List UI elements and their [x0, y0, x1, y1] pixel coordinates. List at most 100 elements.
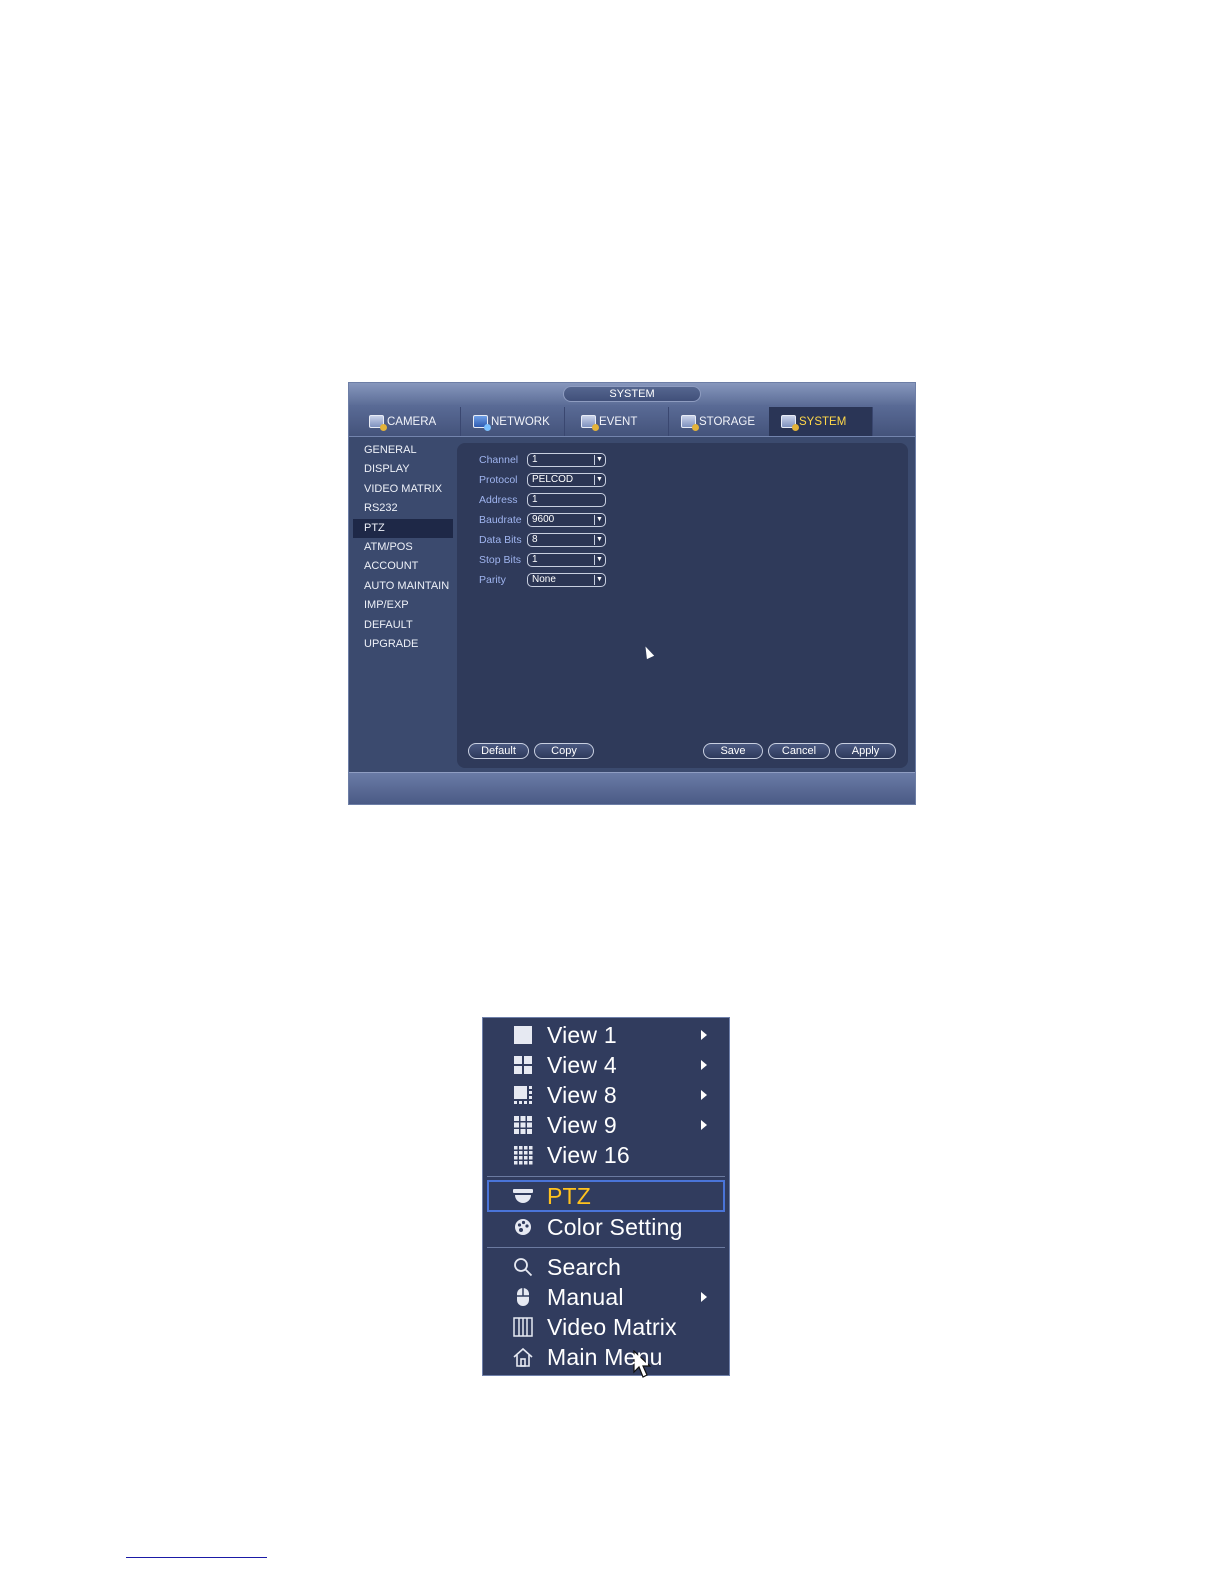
address-input[interactable]: 1	[527, 493, 606, 507]
channel-value: 1	[532, 454, 538, 465]
baudrate-select[interactable]: 9600 ▼	[527, 513, 606, 527]
default-button[interactable]: Default	[468, 743, 529, 759]
sidebar-item-general[interactable]: GENERAL	[353, 441, 453, 460]
tab-system[interactable]: SYSTEM	[769, 407, 873, 436]
address-field: Address 1	[479, 492, 606, 508]
view-16-icon	[513, 1145, 533, 1165]
settings-sidebar: GENERAL DISPLAY VIDEO MATRIX RS232 PTZ A…	[353, 441, 453, 771]
menu-item-view-9[interactable]: View 9	[487, 1110, 725, 1140]
chevron-down-icon: ▼	[594, 515, 604, 525]
sidebar-item-auto-maintain[interactable]: AUTO MAINTAIN	[353, 577, 453, 596]
address-value: 1	[532, 494, 538, 505]
parity-select[interactable]: None ▼	[527, 573, 606, 587]
sidebar-item-video-matrix[interactable]: VIDEO MATRIX	[353, 480, 453, 499]
menu-item-manual[interactable]: Manual	[487, 1282, 725, 1312]
menu-item-label: View 1	[547, 1021, 617, 1048]
sidebar-item-ptz[interactable]: PTZ	[353, 518, 453, 538]
sidebar-item-display[interactable]: DISPLAY	[353, 460, 453, 479]
sidebar-item-rs232[interactable]: RS232	[353, 499, 453, 518]
protocol-value: PELCOD	[532, 474, 574, 485]
parity-value: None	[532, 574, 556, 585]
copy-button[interactable]: Copy	[534, 743, 594, 759]
menu-item-view-1[interactable]: View 1	[487, 1020, 725, 1050]
menu-item-label: Manual	[547, 1283, 624, 1310]
menu-item-ptz[interactable]: PTZ	[487, 1180, 725, 1378]
menu-item-label: Video Matrix	[547, 1313, 677, 1340]
tab-network-label: NETWORK	[491, 415, 550, 428]
view-4-icon	[513, 1055, 533, 1075]
submenu-arrow-icon	[701, 1120, 707, 1130]
tab-storage[interactable]: STORAGE	[669, 407, 773, 436]
data-bits-field: Data Bits 8 ▼	[479, 532, 606, 548]
view-8-icon	[513, 1085, 533, 1105]
window-titlebar: SYSTEM	[349, 383, 915, 405]
protocol-label: Protocol	[479, 474, 518, 486]
save-button[interactable]: Save	[703, 743, 763, 759]
data-bits-label: Data Bits	[479, 534, 522, 546]
menu-item-label: View 8	[547, 1081, 617, 1108]
stop-bits-select[interactable]: 1 ▼	[527, 553, 606, 567]
data-bits-value: 8	[532, 534, 538, 545]
sidebar-item-imp-exp[interactable]: IMP/EXP	[353, 596, 453, 615]
menu-divider	[487, 1176, 725, 1177]
channel-label: Channel	[479, 454, 519, 466]
mouse-pointer-icon	[641, 644, 655, 660]
baudrate-label: Baudrate	[479, 514, 522, 526]
menu-item-search[interactable]: Search	[487, 1252, 725, 1282]
main-tab-bar: CAMERA NETWORK EVENT STORAGE SYSTEM	[349, 405, 915, 437]
window-footer-bar	[349, 772, 915, 804]
menu-item-video-matrix[interactable]: Video Matrix	[487, 1312, 725, 1342]
submenu-arrow-icon	[701, 1030, 707, 1040]
sidebar-item-account[interactable]: ACCOUNT	[353, 557, 453, 576]
ptz-settings-panel: Channel 1 ▼ Protocol PELCOD ▼ Address 1 Ba…	[457, 443, 908, 768]
chevron-down-icon: ▼	[594, 455, 604, 465]
menu-item-view-8[interactable]: View 8	[487, 1080, 725, 1110]
menu-item-label: View 9	[547, 1111, 617, 1138]
data-bits-select[interactable]: 8 ▼	[527, 533, 606, 547]
tab-event-label: EVENT	[599, 415, 638, 428]
protocol-field: Protocol PELCOD ▼	[479, 472, 606, 488]
menu-item-color-setting[interactable]: Color Setting	[487, 1212, 725, 1242]
submenu-arrow-icon	[701, 1090, 707, 1100]
stop-bits-value: 1	[532, 554, 538, 565]
menu-item-label: View 4	[547, 1051, 617, 1078]
menu-item-view-16[interactable]: View 16	[487, 1140, 725, 1170]
mouse-icon	[513, 1287, 533, 1307]
baudrate-value: 9600	[532, 514, 555, 525]
sidebar-item-atm-pos[interactable]: ATM/POS	[353, 538, 453, 557]
ptz-dome-icon	[513, 1186, 533, 1206]
home-icon	[513, 1347, 533, 1367]
parity-field: Parity None ▼	[479, 572, 606, 588]
chevron-down-icon: ▼	[594, 575, 604, 585]
cancel-button[interactable]: Cancel	[768, 743, 830, 759]
tab-network[interactable]: NETWORK	[461, 407, 565, 436]
menu-item-label: Color Setting	[547, 1213, 683, 1240]
storage-icon	[681, 415, 699, 431]
menu-item-label: PTZ	[547, 1182, 592, 1209]
menu-item-label: View 16	[547, 1141, 630, 1168]
address-label: Address	[479, 494, 518, 506]
tab-event[interactable]: EVENT	[565, 407, 669, 436]
system-settings-window: SYSTEM CAMERA NETWORK EVENT STORAGE SYST…	[348, 382, 916, 805]
network-icon	[473, 415, 491, 431]
view-1-icon	[513, 1025, 533, 1045]
footnote-rule	[126, 1557, 267, 1558]
stop-bits-label: Stop Bits	[479, 554, 522, 566]
window-title: SYSTEM	[563, 386, 701, 402]
channel-field: Channel 1 ▼	[479, 452, 606, 468]
video-matrix-icon	[513, 1317, 533, 1337]
sidebar-item-default[interactable]: DEFAULT	[353, 616, 453, 635]
camera-settings-icon	[369, 415, 387, 431]
menu-item-main-menu[interactable]: Main Menu	[487, 1342, 725, 1372]
apply-button[interactable]: Apply	[835, 743, 896, 759]
chevron-down-icon: ▼	[594, 555, 604, 565]
tab-camera[interactable]: CAMERA	[357, 407, 461, 436]
channel-select[interactable]: 1 ▼	[527, 453, 606, 467]
sidebar-item-upgrade[interactable]: UPGRADE	[353, 635, 453, 654]
submenu-arrow-icon	[701, 1060, 707, 1070]
protocol-select[interactable]: PELCOD ▼	[527, 473, 606, 487]
stop-bits-field: Stop Bits 1 ▼	[479, 552, 606, 568]
menu-item-view-4[interactable]: View 4	[487, 1050, 725, 1080]
menu-divider	[487, 1247, 725, 1248]
palette-icon	[513, 1217, 533, 1237]
